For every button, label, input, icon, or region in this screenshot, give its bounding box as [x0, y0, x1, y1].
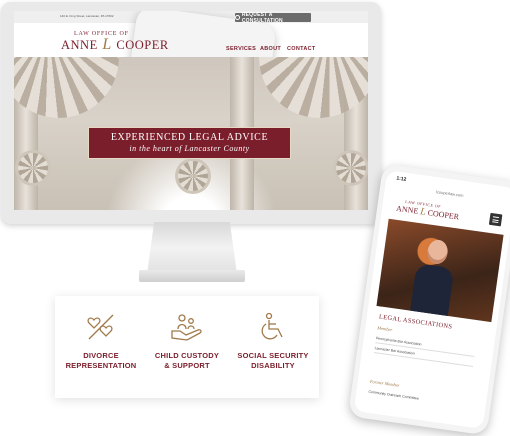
- rosette-carving: [336, 153, 366, 183]
- association-item: Community Outreach Committee: [368, 389, 420, 401]
- address-text: 140 E. King Street, Lancaster, PA 17602: [60, 14, 114, 18]
- hero-subtitle: in the heart of Lancaster County: [129, 144, 250, 153]
- former-member-subhead: Former Member: [369, 378, 400, 388]
- hamburger-menu-icon[interactable]: [488, 212, 503, 227]
- mobile-url[interactable]: lcooperlaw.com: [385, 182, 510, 205]
- monitor-base: [139, 270, 245, 282]
- top-bar: 140 E. King Street, Lancaster, PA 17602 …: [14, 11, 368, 210]
- status-time: 1:12: [395, 175, 407, 183]
- service-label-line1: SOCIAL SECURITY: [237, 351, 309, 360]
- nav-contact[interactable]: CONTACT: [287, 46, 316, 52]
- site-logo[interactable]: ANNE L COOPER: [61, 36, 169, 54]
- service-divorce[interactable]: DIVORCE REPRESENTATION: [57, 296, 145, 398]
- desktop-screen: 140 E. King Street, Lancaster, PA 17602 …: [14, 11, 368, 210]
- hero-banner: EXPERIENCED LEGAL ADVICE in the heart of…: [88, 127, 291, 159]
- logo-initial: L: [102, 36, 112, 53]
- service-label-line1: CHILD CUSTODY: [154, 351, 220, 360]
- services-card: DIVORCE REPRESENTATION CHILD CUSTODY & S…: [55, 296, 319, 398]
- service-label-line1: DIVORCE: [83, 351, 119, 360]
- service-social-security[interactable]: SOCIAL SECURITY DISABILITY: [229, 296, 317, 398]
- rosette-carving: [18, 153, 48, 183]
- logo-first: ANNE: [395, 203, 419, 216]
- attorney-portrait: [410, 236, 456, 316]
- family-hands-icon: [171, 314, 202, 341]
- request-consultation-label: REQUEST A CONSULTATION: [241, 11, 283, 24]
- broken-hearts-icon: [87, 314, 114, 340]
- logo-last: COOPER: [427, 208, 460, 222]
- member-subhead: Member: [377, 325, 393, 333]
- logo-first: ANNE: [61, 38, 98, 52]
- calendar-icon: [235, 15, 240, 20]
- service-label-line2: DISABILITY: [251, 360, 295, 370]
- wheelchair-icon: [261, 312, 283, 340]
- desktop-monitor: 140 E. King Street, Lancaster, PA 17602 …: [1, 2, 381, 224]
- request-consultation-button[interactable]: REQUEST A CONSULTATION: [235, 11, 311, 24]
- service-label-line2: REPRESENTATION: [65, 360, 137, 370]
- service-label-line2: & SUPPORT: [164, 360, 210, 370]
- service-child-custody[interactable]: CHILD CUSTODY & SUPPORT: [143, 296, 231, 398]
- logo-initial: L: [419, 206, 427, 218]
- mobile-screen: 1:12 lcooperlaw.com LAW OFFICE OF ANNE L…: [353, 170, 510, 429]
- monitor-stand: [147, 222, 237, 274]
- attorney-photo: [376, 218, 504, 323]
- rosette-carving: [178, 161, 208, 191]
- logo-last: COOPER: [116, 38, 169, 52]
- nav-services[interactable]: SERVICES: [226, 46, 256, 52]
- hero-image: EXPERIENCED LEGAL ADVICE in the heart of…: [14, 57, 368, 210]
- hero-title: EXPERIENCED LEGAL ADVICE: [110, 132, 269, 143]
- nav-about[interactable]: ABOUT: [260, 46, 281, 52]
